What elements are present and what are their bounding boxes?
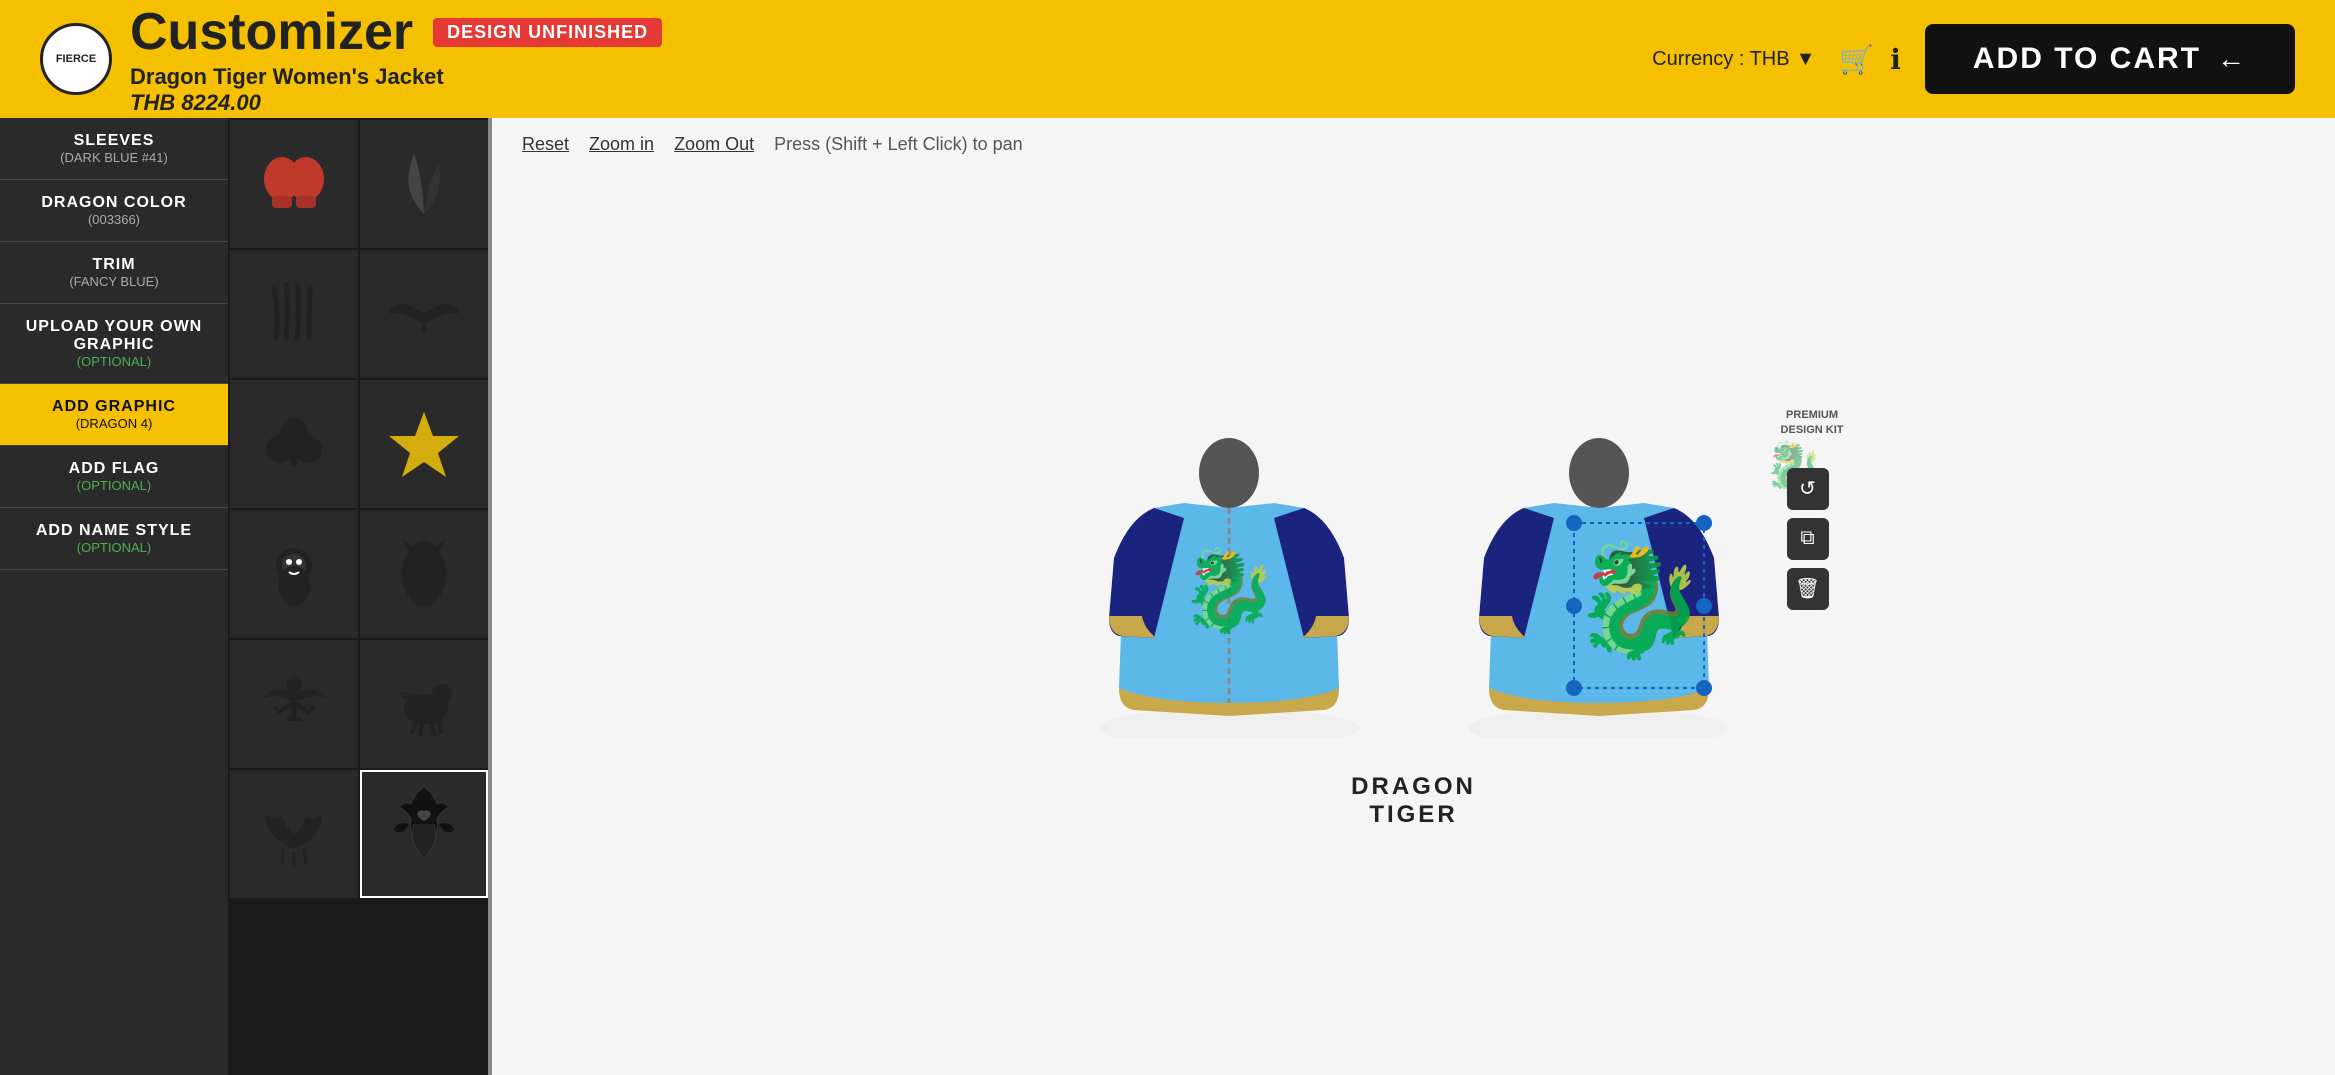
product-name: Dragon Tiger Women's Jacket xyxy=(130,64,662,90)
copy-button[interactable]: ⧉ xyxy=(1787,518,1829,560)
sidebar-item-add-flag-subtitle: (OPTIONAL) xyxy=(10,478,218,493)
premium-label: PREMIUM DESIGN KIT xyxy=(1781,408,1844,439)
back-jacket-view: PREMIUM DESIGN KIT 🐉 ↺ ⧉ 🗑 xyxy=(1444,418,1754,743)
graphic-cell-winged-crest[interactable] xyxy=(230,770,358,898)
winged-crest-icon xyxy=(249,789,339,879)
graphic-cell-shamrock[interactable] xyxy=(230,380,358,508)
sidebar-item-add-name-style-subtitle: (OPTIONAL) xyxy=(10,540,218,555)
back-jacket-svg: 🐉 xyxy=(1444,418,1754,738)
canvas-area: Reset Zoom in Zoom Out Press (Shift + Le… xyxy=(492,118,2335,1075)
sidebar-item-add-flag[interactable]: ADD FLAG (OPTIONAL) xyxy=(0,446,228,508)
graphic-cell-star[interactable] xyxy=(360,380,488,508)
zoom-out-link[interactable]: Zoom Out xyxy=(674,134,754,155)
header-title-block: Customizer DESIGN UNFINISHED Dragon Tige… xyxy=(130,2,662,116)
sidebar-item-add-name-style[interactable]: ADD NAME STYLE (OPTIONAL) xyxy=(0,508,228,570)
sidebar-item-add-name-style-title: ADD NAME STYLE xyxy=(10,522,218,540)
reset-link[interactable]: Reset xyxy=(522,134,569,155)
sidebar-item-add-flag-title: ADD FLAG xyxy=(10,460,218,478)
sidebar-item-upload-graphic-title: UPLOAD YOUR OWN GRAPHIC xyxy=(10,318,218,354)
design-unfinished-badge: DESIGN UNFINISHED xyxy=(433,18,662,47)
header-right: Currency : THB ▼ 🛒 ℹ ADD TO CART ← xyxy=(1652,24,2295,94)
add-to-cart-label: ADD TO CART xyxy=(1973,42,2201,76)
boxing-gloves-icon xyxy=(249,139,339,229)
sidebar-item-trim-title: TRIM xyxy=(10,256,218,274)
graphic-cell-wings[interactable] xyxy=(360,250,488,378)
claws-icon xyxy=(249,269,339,359)
graphic-grid xyxy=(228,118,488,900)
add-to-cart-button[interactable]: ADD TO CART ← xyxy=(1925,24,2295,94)
header-title: Customizer DESIGN UNFINISHED xyxy=(130,2,662,62)
currency-selector[interactable]: Currency : THB ▼ xyxy=(1652,48,1815,71)
sidebar-item-dragon-color-subtitle: (003366) xyxy=(10,212,218,227)
dragon4-icon xyxy=(379,789,469,879)
sidebar-item-sleeves-subtitle: (DARK BLUE #41) xyxy=(10,150,218,165)
arrow-icon: ← xyxy=(2217,43,2247,75)
chevron-down-icon: ▼ xyxy=(1796,48,1816,71)
lion-icon xyxy=(249,529,339,619)
customizer-label: Customizer xyxy=(130,2,413,62)
sidebar-item-trim[interactable]: TRIM (FANCY BLUE) xyxy=(0,242,228,304)
main-layout: SLEEVES (DARK BLUE #41) DRAGON COLOR (00… xyxy=(0,118,2335,1075)
sidebar-item-upload-graphic[interactable]: UPLOAD YOUR OWN GRAPHIC (OPTIONAL) xyxy=(0,304,228,384)
jacket-views: 🐉 PREMIUM DESIGN KIT 🐉 xyxy=(1074,418,1754,743)
left-sidebar: SLEEVES (DARK BLUE #41) DRAGON COLOR (00… xyxy=(0,118,228,1075)
sidebar-item-add-graphic[interactable]: ADD GRAPHIC (DRAGON 4) xyxy=(0,384,228,446)
rotate-button[interactable]: ↺ xyxy=(1787,468,1829,510)
sidebar-item-add-graphic-title: ADD GRAPHIC xyxy=(10,398,218,416)
front-jacket-view: 🐉 xyxy=(1074,418,1384,743)
sidebar-item-add-graphic-subtitle: (DRAGON 4) xyxy=(10,416,218,431)
canvas-main: 🐉 PREMIUM DESIGN KIT 🐉 xyxy=(492,171,2335,1075)
graphic-panel xyxy=(228,118,488,1075)
graphic-cell-dragon4[interactable] xyxy=(360,770,488,898)
canvas-toolbar: Reset Zoom in Zoom Out Press (Shift + Le… xyxy=(492,118,2335,171)
sidebar-item-dragon-color[interactable]: DRAGON COLOR (003366) xyxy=(0,180,228,242)
front-jacket-svg: 🐉 xyxy=(1074,418,1384,738)
currency-label: Currency : THB xyxy=(1652,48,1789,71)
star-icon xyxy=(379,399,469,489)
graphic-cell-claws[interactable] xyxy=(230,250,358,378)
logo: FIERCE xyxy=(40,23,112,95)
header-icons: 🛒 ℹ xyxy=(1839,43,1901,76)
info-icon[interactable]: ℹ xyxy=(1890,43,1901,76)
zoom-in-link[interactable]: Zoom in xyxy=(589,134,654,155)
pan-hint: Press (Shift + Left Click) to pan xyxy=(774,134,1023,155)
wings-icon xyxy=(379,269,469,359)
sidebar-item-sleeves[interactable]: SLEEVES (DARK BLUE #41) xyxy=(0,118,228,180)
cart-icon[interactable]: 🛒 xyxy=(1839,43,1874,76)
graphic-cell-boxing-gloves[interactable] xyxy=(230,120,358,248)
sidebar-item-sleeves-title: SLEEVES xyxy=(10,132,218,150)
graphic-cell-lion-rampant[interactable] xyxy=(360,510,488,638)
shamrock-icon xyxy=(249,399,339,489)
svg-text:🐉: 🐉 xyxy=(1570,538,1707,663)
jacket-controls: ↺ ⧉ 🗑 xyxy=(1787,468,1829,610)
sidebar-item-upload-graphic-subtitle: (OPTIONAL) xyxy=(10,354,218,369)
winged-figure-icon xyxy=(249,659,339,749)
graphic-cell-pegasus[interactable] xyxy=(360,640,488,768)
jacket-container: 🐉 PREMIUM DESIGN KIT 🐉 xyxy=(1074,418,1754,829)
sidebar-item-dragon-color-title: DRAGON COLOR xyxy=(10,194,218,212)
pegasus-icon xyxy=(379,659,469,749)
product-price: THB 8224.00 xyxy=(130,90,662,116)
logo-text: FIERCE xyxy=(56,53,96,65)
lion-rampant-icon xyxy=(379,529,469,619)
sidebar-item-trim-subtitle: (FANCY BLUE) xyxy=(10,274,218,289)
header: FIERCE Customizer DESIGN UNFINISHED Drag… xyxy=(0,0,2335,118)
delete-button[interactable]: 🗑 xyxy=(1787,568,1829,610)
graphic-cell-lion[interactable] xyxy=(230,510,358,638)
graphic-cell-winged-figure[interactable] xyxy=(230,640,358,768)
fern-icon xyxy=(379,139,469,229)
jacket-label: DRAGON TIGER xyxy=(1351,773,1476,829)
graphic-cell-fern[interactable] xyxy=(360,120,488,248)
svg-text:🐉: 🐉 xyxy=(1179,545,1279,636)
